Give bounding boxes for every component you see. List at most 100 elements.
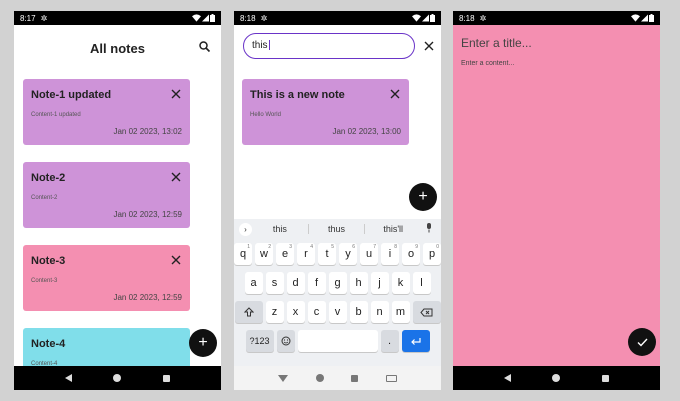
- key[interactable]: i8: [381, 243, 399, 265]
- symbols-key[interactable]: ?123: [245, 330, 274, 352]
- back-icon[interactable]: [64, 374, 72, 382]
- key[interactable]: s: [265, 272, 284, 294]
- back-icon[interactable]: [503, 374, 511, 382]
- system-icons: [631, 14, 654, 22]
- title-input[interactable]: Enter a title...: [461, 36, 532, 50]
- status-bar: 8:17 ✲: [14, 11, 221, 25]
- key-row: ?123 .: [234, 330, 441, 352]
- close-icon[interactable]: [170, 88, 182, 100]
- key[interactable]: x: [286, 301, 305, 323]
- key-label: z: [271, 306, 278, 318]
- content-input[interactable]: Enter a content...: [461, 60, 514, 67]
- key[interactable]: m: [391, 301, 410, 323]
- note-card[interactable]: Note-1 updated Content-1 updated Jan 02 …: [23, 79, 190, 145]
- key[interactable]: q1: [234, 243, 252, 265]
- home-icon[interactable]: [315, 374, 324, 382]
- note-card[interactable]: Note-3 Content-3 Jan 02 2023, 12:59: [23, 245, 190, 311]
- key[interactable]: a: [244, 272, 263, 294]
- period-key[interactable]: .: [380, 330, 399, 352]
- key[interactable]: y6: [339, 243, 357, 265]
- recents-icon[interactable]: [163, 374, 171, 382]
- backspace-key[interactable]: [412, 301, 441, 323]
- space-key[interactable]: [297, 330, 378, 352]
- backspace-icon: [420, 308, 433, 316]
- close-icon[interactable]: [170, 171, 182, 183]
- save-note-button[interactable]: [628, 328, 656, 356]
- key-row: z x c v b n m: [234, 301, 441, 323]
- key-hint: 2: [268, 244, 271, 250]
- emoji-icon: [281, 336, 290, 346]
- status-bar: 8:18 ✲: [453, 11, 660, 25]
- note-card[interactable]: This is a new note Hello World Jan 02 20…: [242, 79, 409, 145]
- close-icon[interactable]: [170, 254, 182, 266]
- enter-icon: [411, 338, 421, 345]
- key[interactable]: j: [370, 272, 389, 294]
- close-icon[interactable]: [389, 88, 401, 100]
- close-icon[interactable]: [423, 40, 435, 52]
- enter-key[interactable]: [401, 330, 430, 352]
- key[interactable]: z: [265, 301, 284, 323]
- key[interactable]: t5: [318, 243, 336, 265]
- key[interactable]: w2: [255, 243, 273, 265]
- key[interactable]: u7: [360, 243, 378, 265]
- key[interactable]: o9: [402, 243, 420, 265]
- add-note-button[interactable]: +: [409, 183, 437, 211]
- wifi-icon: [192, 14, 201, 22]
- keyboard: › this thus this'll q1 w2 e3 r4 t5 y6 u7…: [234, 219, 441, 366]
- chevron-right-icon[interactable]: ›: [239, 222, 252, 236]
- gear-icon: ✲: [479, 13, 487, 23]
- add-note-button[interactable]: +: [189, 329, 217, 357]
- suggestion[interactable]: this'll: [365, 224, 421, 234]
- key-label: u: [365, 248, 373, 260]
- home-icon[interactable]: [113, 374, 122, 382]
- shift-key[interactable]: [234, 301, 263, 323]
- key-label: d: [292, 277, 299, 289]
- key-hint: 3: [289, 244, 292, 250]
- recents-icon[interactable]: [351, 374, 359, 382]
- status-time: 8:18: [459, 13, 475, 23]
- keyboard-switch-icon[interactable]: [386, 374, 398, 382]
- note-content: Content-2: [31, 195, 58, 201]
- hide-keyboard-icon[interactable]: [277, 374, 288, 382]
- key[interactable]: n: [370, 301, 389, 323]
- key[interactable]: k: [391, 272, 410, 294]
- note-card[interactable]: Note-2 Content-2 Jan 02 2023, 12:59: [23, 162, 190, 228]
- key[interactable]: r4: [297, 243, 315, 265]
- key-label: r: [304, 248, 308, 260]
- key[interactable]: h: [349, 272, 368, 294]
- key-label: k: [397, 277, 404, 289]
- key-hint: 0: [436, 244, 439, 250]
- note-date: Jan 02 2023, 12:59: [113, 293, 182, 302]
- key[interactable]: d: [286, 272, 305, 294]
- key-hint: 7: [373, 244, 376, 250]
- note-content: Hello World: [250, 112, 281, 118]
- microphone-icon[interactable]: [421, 223, 437, 235]
- key[interactable]: b: [349, 301, 368, 323]
- key-label: c: [313, 306, 320, 318]
- status-time: 8:17: [20, 13, 36, 23]
- key-label: n: [376, 306, 383, 318]
- note-title: This is a new note: [250, 89, 345, 101]
- battery-icon: [649, 14, 654, 22]
- signal-icon: [641, 14, 648, 22]
- suggestion[interactable]: this: [252, 224, 308, 234]
- search-icon[interactable]: [197, 39, 213, 55]
- suggestion[interactable]: thus: [309, 224, 365, 234]
- emoji-key[interactable]: [276, 330, 295, 352]
- note-content: Content-3: [31, 278, 58, 284]
- key[interactable]: c: [307, 301, 326, 323]
- home-icon[interactable]: [552, 374, 561, 382]
- key[interactable]: l: [412, 272, 431, 294]
- key[interactable]: g: [328, 272, 347, 294]
- key[interactable]: e3: [276, 243, 294, 265]
- key-label: e: [281, 248, 289, 260]
- key[interactable]: p0: [423, 243, 441, 265]
- battery-icon: [430, 14, 435, 22]
- search-input[interactable]: this: [243, 33, 415, 59]
- recents-icon[interactable]: [602, 374, 610, 382]
- key[interactable]: f: [307, 272, 326, 294]
- key-label: x: [292, 306, 299, 318]
- key-label: w: [260, 248, 268, 260]
- key-label: g: [334, 277, 341, 289]
- key[interactable]: v: [328, 301, 347, 323]
